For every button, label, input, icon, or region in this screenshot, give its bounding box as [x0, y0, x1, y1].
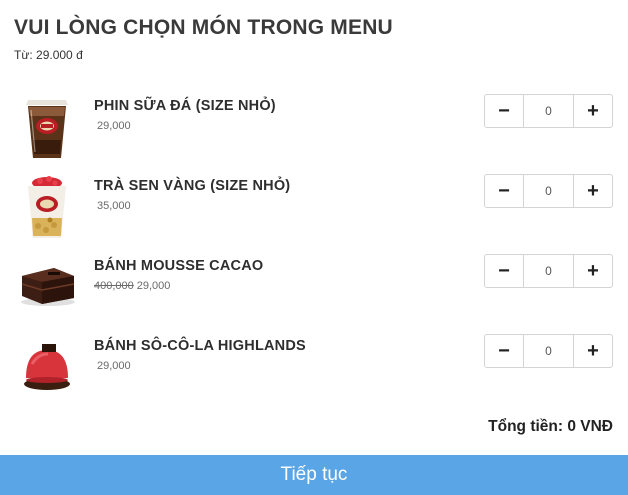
increase-quantity-button[interactable]: +: [573, 254, 613, 288]
item-price: 29,000: [94, 120, 131, 132]
item-current-price: 29,000: [97, 360, 131, 372]
item-price: 29,000: [94, 360, 131, 372]
menu-item: TRÀ SEN VÀNG (SIZE NHỎ) 35,000 − +: [0, 174, 628, 244]
item-current-price: 35,000: [97, 200, 131, 212]
quantity-stepper: − +: [484, 334, 613, 368]
decrease-quantity-button[interactable]: −: [484, 334, 524, 368]
item-old-price: 400,000: [94, 280, 134, 292]
quantity-input[interactable]: [524, 94, 573, 128]
quantity-stepper: − +: [484, 174, 613, 208]
decrease-quantity-button[interactable]: −: [484, 254, 524, 288]
menu-item: PHIN SỮA ĐÁ (SIZE NHỎ) 29,000 − +: [0, 94, 628, 164]
quantity-stepper: − +: [484, 254, 613, 288]
item-price: 400,000 29,000: [94, 280, 170, 292]
modal-subtitle: Từ: 29.000 đ: [14, 48, 83, 62]
decrease-quantity-button[interactable]: −: [484, 174, 524, 208]
item-name: PHIN SỮA ĐÁ (SIZE NHỎ): [94, 98, 276, 114]
menu-item: BÁNH SÔ-CÔ-LA HIGHLANDS 29,000 − +: [0, 334, 628, 404]
increase-quantity-button[interactable]: +: [573, 334, 613, 368]
item-name: BÁNH MOUSSE CACAO: [94, 258, 264, 274]
lotus-tea-cup-icon: [18, 174, 76, 244]
continue-button[interactable]: Tiếp tục: [0, 455, 628, 495]
item-current-price: 29,000: [97, 120, 131, 132]
quantity-input[interactable]: [524, 174, 573, 208]
quantity-input[interactable]: [524, 254, 573, 288]
item-name: BÁNH SÔ-CÔ-LA HIGHLANDS: [94, 338, 306, 354]
decrease-quantity-button[interactable]: −: [484, 94, 524, 128]
item-current-price: 29,000: [136, 280, 171, 292]
quantity-input[interactable]: [524, 334, 573, 368]
menu-selection-modal: VUI LÒNG CHỌN MÓN TRONG MENU Từ: 29.000 …: [0, 0, 628, 495]
increase-quantity-button[interactable]: +: [573, 94, 613, 128]
quantity-stepper: − +: [484, 94, 613, 128]
increase-quantity-button[interactable]: +: [573, 174, 613, 208]
red-dome-cake-icon: [18, 334, 76, 404]
menu-item: BÁNH MOUSSE CACAO 400,00029,000 − +: [0, 254, 628, 324]
chocolate-cake-slice-icon: [18, 254, 76, 324]
modal-title: VUI LÒNG CHỌN MÓN TRONG MENU: [14, 16, 393, 39]
item-name: TRÀ SEN VÀNG (SIZE NHỎ): [94, 178, 291, 194]
iced-coffee-cup-icon: [18, 94, 76, 164]
item-price: 35,000: [94, 200, 131, 212]
order-total: Tổng tiền: 0 VNĐ: [488, 418, 613, 435]
